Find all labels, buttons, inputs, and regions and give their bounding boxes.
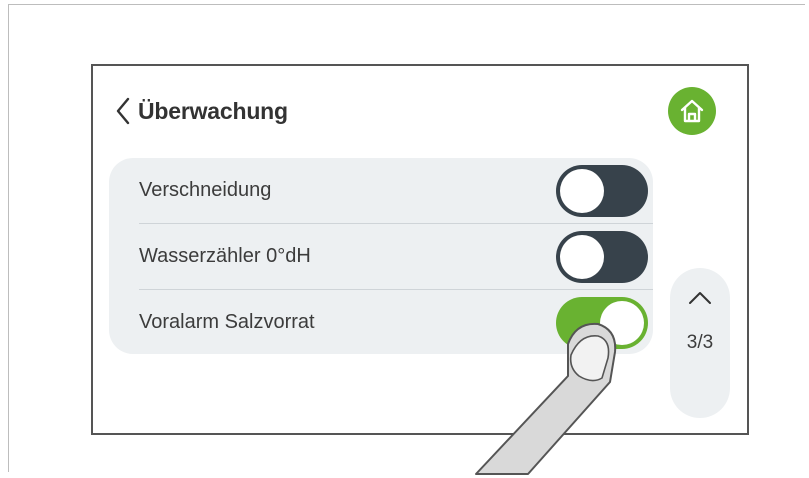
setting-label: Voralarm Salzvorrat xyxy=(139,311,315,333)
list-item: Verschneidung xyxy=(109,158,653,223)
settings-list: Verschneidung Wasserzähler 0°dH Voralarm… xyxy=(109,158,653,354)
toggle-knob xyxy=(600,300,644,345)
toggle-switch[interactable] xyxy=(556,164,648,217)
toggle-switch[interactable] xyxy=(556,296,648,349)
toggle-switch[interactable] xyxy=(556,230,648,283)
home-button[interactable] xyxy=(668,87,716,135)
setting-label: Verschneidung xyxy=(139,179,272,201)
list-item: Voralarm Salzvorrat xyxy=(109,290,653,354)
home-icon xyxy=(680,99,704,123)
device-screen: Überwachung Verschneidung Wasserzähler 0… xyxy=(91,64,749,435)
chevron-left-icon xyxy=(116,97,130,125)
page-title: Überwachung xyxy=(138,97,288,124)
header: Überwachung xyxy=(112,94,288,128)
back-button[interactable] xyxy=(112,96,134,126)
toggle-knob xyxy=(560,168,604,213)
setting-label: Wasserzähler 0°dH xyxy=(139,245,311,267)
page-scroller: 3/3 xyxy=(670,268,730,418)
page-indicator: 3/3 xyxy=(686,332,714,353)
chevron-up-icon xyxy=(689,292,711,304)
toggle-knob xyxy=(560,234,604,279)
scroll-up-button[interactable] xyxy=(670,278,730,318)
list-item: Wasserzähler 0°dH xyxy=(109,224,653,289)
